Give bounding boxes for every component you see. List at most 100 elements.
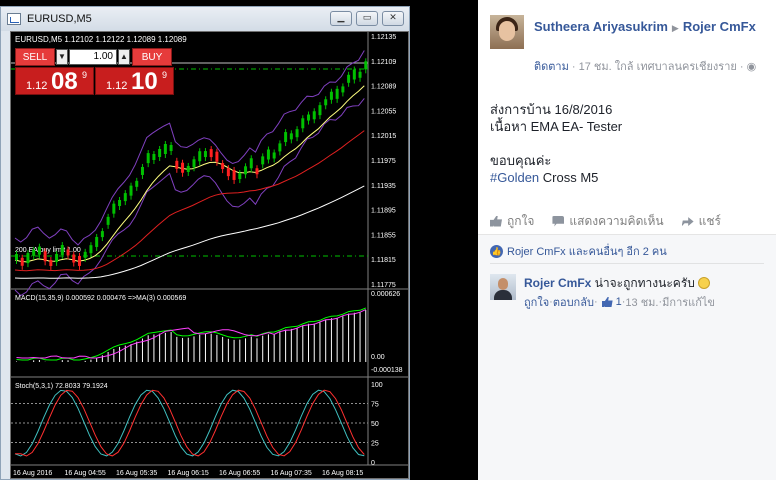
candle-body xyxy=(72,254,76,263)
commenter-avatar[interactable] xyxy=(490,274,516,300)
buy-button[interactable]: BUY xyxy=(132,48,172,66)
sell-price-prefix: 1.12 xyxy=(26,80,48,92)
buy-price-pips: 10 xyxy=(131,68,158,95)
post-line-2: เนื้อหา EMA EA- Tester xyxy=(490,119,623,134)
chart-titlebar[interactable]: EURUSD,M5 ▁ ▭ ✕ xyxy=(1,7,409,31)
post-body: ส่งการบ้าน 16/8/2016 เนื้อหา EMA EA- Tes… xyxy=(490,101,622,186)
post-target-link[interactable]: Rojer CmFx xyxy=(683,19,756,34)
post-header: Sutheera Ariyasukrim ▶ Rojer CmFx xyxy=(534,17,764,38)
post-meta: ติดตาม · 17 ชม. ใกล้ เทศบาลนครเชียงราย ·… xyxy=(534,57,756,75)
post: Sutheera Ariyasukrim ▶ Rojer CmFx ติดตาม ·… xyxy=(478,0,776,260)
candle-body xyxy=(163,144,167,154)
divider xyxy=(490,263,764,264)
candle-body xyxy=(238,173,242,180)
price-tick-label: 1.11895 xyxy=(371,208,396,215)
candle-body xyxy=(295,129,299,138)
avatar-face xyxy=(499,21,515,41)
macd-tick-label: 0.000626 xyxy=(371,291,400,298)
candle-body xyxy=(358,71,362,78)
macd-tick-label: 0.00 xyxy=(371,354,385,361)
time-tick-label: 16 Aug 2016 xyxy=(13,470,52,477)
sell-price-button[interactable]: 1.12 08 9 xyxy=(15,67,94,95)
macd-ma-line xyxy=(16,309,367,359)
share-button[interactable]: แชร์ xyxy=(681,212,721,231)
candle-body xyxy=(329,91,333,100)
candle-body xyxy=(175,160,179,169)
candle-body xyxy=(20,257,24,266)
chart-window-icon xyxy=(7,13,21,25)
comment-button[interactable]: แสดงความคิดเห็น xyxy=(552,212,664,231)
thumbs-up-icon xyxy=(601,297,613,307)
stoch-tick-label: 75 xyxy=(371,402,379,409)
comment-time[interactable]: 13 ชม. xyxy=(625,293,658,311)
time-tick-label: 16 Aug 05:35 xyxy=(116,470,157,477)
price-tick-label: 1.12015 xyxy=(371,133,396,140)
bollinger-lower-line xyxy=(14,98,365,297)
hashtag-link[interactable]: #Golden xyxy=(490,170,539,185)
candle-body xyxy=(347,74,351,83)
candle-body xyxy=(266,149,270,160)
comment-like-link[interactable]: ถูกใจ xyxy=(524,293,549,311)
likes-summary[interactable]: 👍 Rojer CmFx และคนอื่นๆ อีก 2 คน xyxy=(490,242,667,260)
candle-body xyxy=(66,249,70,256)
time-tick-label: 16 Aug 04:55 xyxy=(65,470,106,477)
close-button[interactable]: ✕ xyxy=(382,11,404,26)
thumbs-up-icon xyxy=(490,215,502,227)
sell-price-pips: 08 xyxy=(51,68,78,95)
lot-decrease-button[interactable]: ▼ xyxy=(56,49,68,65)
maximize-button[interactable]: ▭ xyxy=(356,11,378,26)
price-tick-label: 1.11775 xyxy=(371,282,396,289)
candle-body xyxy=(278,143,282,152)
buy-price-prefix: 1.12 xyxy=(106,80,128,92)
comment-author-link[interactable]: Rojer CmFx xyxy=(524,276,591,290)
like-button[interactable]: ถูกใจ xyxy=(490,212,534,231)
price-tick-label: 1.12055 xyxy=(371,108,396,115)
like-badge-icon: 👍 xyxy=(490,244,503,258)
buy-price-button[interactable]: 1.12 10 9 xyxy=(95,67,174,95)
avatar-body xyxy=(494,290,512,300)
lot-increase-button[interactable]: ▲ xyxy=(118,49,130,65)
candle-body xyxy=(146,153,150,164)
price-tick-label: 1.11975 xyxy=(371,158,396,165)
candle-body xyxy=(95,236,99,247)
price-tick-label: 1.12089 xyxy=(371,84,396,91)
sell-button[interactable]: SELL xyxy=(15,48,55,66)
candle-body xyxy=(32,249,36,256)
minimize-button[interactable]: ▁ xyxy=(330,11,352,26)
post-line-1: ส่งการบ้าน 16/8/2016 xyxy=(490,102,613,117)
price-tick-label: 1.11935 xyxy=(371,183,396,190)
stoch-tick-label: 25 xyxy=(371,441,379,448)
candle-body xyxy=(43,251,47,262)
candle-body xyxy=(118,199,122,206)
candle-body xyxy=(55,253,59,262)
post-time[interactable]: · 17 ชม. ใกล้ เทศบาลนครเชียงราย · xyxy=(569,61,747,73)
likes-text[interactable]: Rojer CmFx และคนอื่นๆ อีก 2 คน xyxy=(507,242,667,260)
candle-body xyxy=(221,163,225,170)
comment-label: แสดงความคิดเห็น xyxy=(569,213,664,228)
candle-body xyxy=(89,245,93,254)
poster-name-link[interactable]: Sutheera Ariyasukrim xyxy=(534,19,668,34)
candle-body xyxy=(186,165,190,172)
candle-body xyxy=(83,251,87,258)
chart-canvas[interactable]: EURUSD,M5 1.12102 1.12122 1.12089 1.1208… xyxy=(10,31,409,479)
comment: Rojer CmFx น่าจะถูกทางนะครับ xyxy=(524,274,710,293)
buy-price-fraction: 9 xyxy=(162,70,168,80)
lot-size-input[interactable]: 1.00 xyxy=(69,49,117,65)
candle-body xyxy=(192,159,196,168)
follow-link[interactable]: ติดตาม xyxy=(534,61,569,73)
post-line-4-text: Cross M5 xyxy=(539,170,599,185)
candle-body xyxy=(129,185,133,196)
candle-body xyxy=(301,118,305,129)
candle-body xyxy=(215,151,219,162)
candle-body xyxy=(106,216,110,225)
comment-reply-link[interactable]: ตอบกลับ xyxy=(553,293,594,311)
candle-body xyxy=(249,158,253,169)
candle-body xyxy=(112,203,116,214)
chart-header-text: EURUSD,M5 1.12102 1.12122 1.12089 1.1208… xyxy=(15,35,187,44)
mt4-chart-window[interactable]: EURUSD,M5 ▁ ▭ ✕ EURUSD,M5 1.12102 1.1212… xyxy=(0,6,410,480)
poster-avatar[interactable] xyxy=(490,15,524,49)
candle-body xyxy=(284,132,288,143)
candle-body xyxy=(181,162,185,173)
time-tick-label: 16 Aug 06:15 xyxy=(168,470,209,477)
price-tick-label: 1.12135 xyxy=(371,34,396,41)
